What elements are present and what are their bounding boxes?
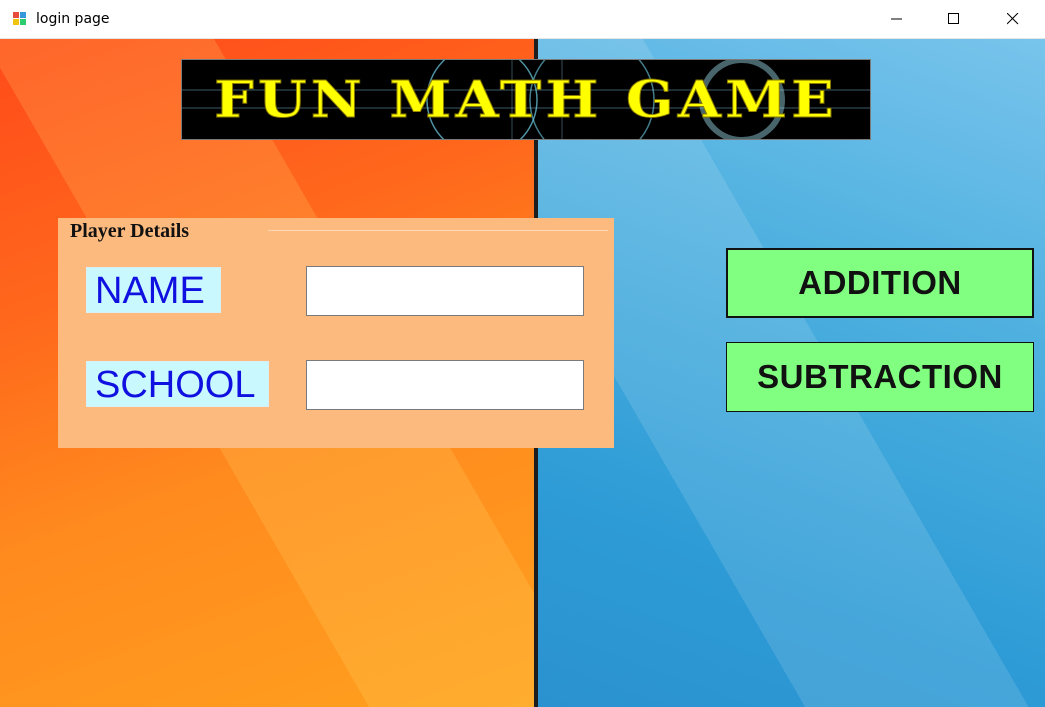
name-label: NAME: [86, 267, 221, 313]
form-client-area: FUN MATH GAME Player Details NAME SCHOOL…: [0, 39, 1045, 707]
minimize-button[interactable]: [874, 0, 920, 38]
minimize-icon: [891, 18, 902, 20]
addition-button[interactable]: ADDITION: [726, 248, 1034, 318]
subtraction-button[interactable]: SUBTRACTION: [726, 342, 1034, 412]
close-button[interactable]: [990, 0, 1036, 38]
maximize-button[interactable]: [931, 0, 977, 38]
app-icon[interactable]: [12, 11, 28, 27]
school-label: SCHOOL: [86, 361, 269, 407]
player-details-group: Player Details NAME SCHOOL: [58, 218, 614, 448]
close-icon: [1007, 13, 1019, 25]
name-input[interactable]: [306, 266, 584, 316]
game-title-banner: FUN MATH GAME: [181, 59, 871, 140]
banner-title: FUN MATH GAME: [214, 69, 838, 130]
school-input[interactable]: [306, 360, 584, 410]
title-bar: login page: [0, 0, 1045, 39]
group-border: [268, 230, 608, 231]
window-title: login page: [36, 11, 110, 27]
maximize-icon: [948, 13, 959, 24]
group-legend: Player Details: [70, 220, 190, 242]
